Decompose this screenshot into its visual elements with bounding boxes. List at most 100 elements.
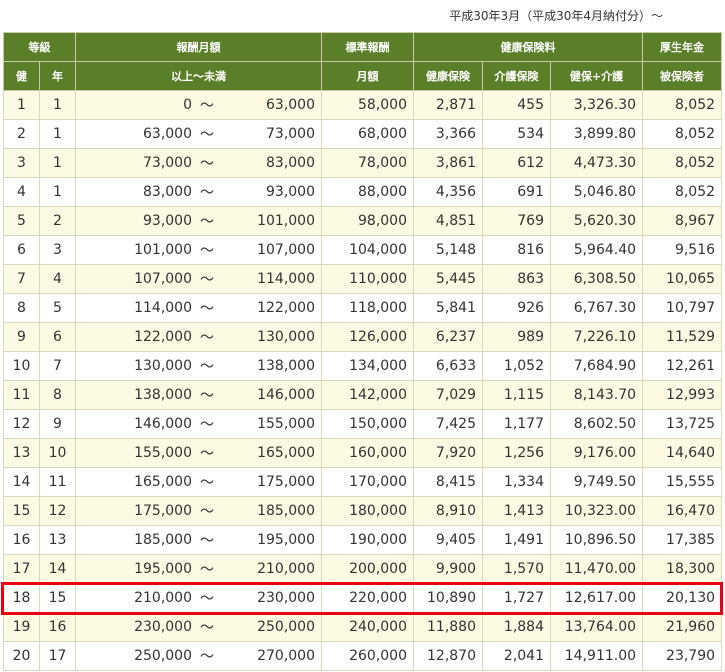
cell-care-insurance: 1,334 <box>482 467 551 497</box>
cell-health-plus-care: 3,899.80 <box>549 119 644 149</box>
range-upper: 73,000 <box>266 126 315 142</box>
range-lower: 185,000 <box>134 532 192 548</box>
range-lower: 73,000 <box>143 155 192 171</box>
cell-health-insurance: 8,910 <box>413 496 483 526</box>
header-health-premium: 健康保険料 <box>412 32 644 62</box>
cell-standard-monthly: 160,000 <box>321 438 414 468</box>
cell-care-insurance: 989 <box>482 322 551 352</box>
header-health-grade: 健 <box>3 61 40 91</box>
cell-health-grade: 5 <box>3 206 40 236</box>
range-tilde: ～ <box>200 504 214 520</box>
cell-pension-grade: 1 <box>39 148 76 178</box>
cell-range: 130,000 ～ 138,000 <box>75 351 322 381</box>
range-tilde: ～ <box>200 243 214 259</box>
cell-care-insurance: 534 <box>482 119 551 149</box>
cell-range: 175,000 ～ 185,000 <box>75 496 322 526</box>
cell-health-grade: 7 <box>3 264 40 294</box>
table-row-9: 9 6 122,000 ～ 130,000 126,000 6,237 989 … <box>3 322 723 352</box>
table-row-3: 3 1 73,000 ～ 83,000 78,000 3,861 612 4,4… <box>3 148 723 178</box>
cell-pension-grade: 2 <box>39 206 76 236</box>
cell-health-insurance: 6,237 <box>413 322 483 352</box>
range-upper: 195,000 <box>257 532 315 548</box>
table-row-19: 19 16 230,000 ～ 250,000 240,000 11,880 1… <box>3 612 723 642</box>
cell-health-plus-care: 14,911.00 <box>549 641 644 671</box>
table-row-2: 2 1 63,000 ～ 73,000 68,000 3,366 534 3,8… <box>3 119 723 149</box>
cell-standard-monthly: 200,000 <box>321 554 414 584</box>
cell-care-insurance: 769 <box>482 206 551 236</box>
cell-pension-grade: 12 <box>39 496 76 526</box>
range-upper: 270,000 <box>257 648 315 664</box>
cell-pension-insured: 18,300 <box>642 554 723 584</box>
cell-care-insurance: 2,041 <box>482 641 551 671</box>
header-monthly: 月額 <box>321 61 414 91</box>
cell-range: 101,000 ～ 107,000 <box>75 235 322 265</box>
cell-health-plus-care: 13,764.00 <box>549 612 644 642</box>
cell-health-insurance: 10,890 <box>413 583 483 613</box>
range-tilde: ～ <box>200 649 214 665</box>
cell-care-insurance: 1,115 <box>482 380 551 410</box>
cell-health-plus-care: 6,308.50 <box>549 264 644 294</box>
cell-standard-monthly: 150,000 <box>321 409 414 439</box>
cell-pension-insured: 20,130 <box>642 583 723 613</box>
range-lower: 101,000 <box>134 242 192 258</box>
cell-health-plus-care: 7,684.90 <box>549 351 644 381</box>
range-upper: 165,000 <box>257 445 315 461</box>
range-upper: 210,000 <box>257 561 315 577</box>
cell-standard-monthly: 240,000 <box>321 612 414 642</box>
table-row-18: 18 15 210,000 ～ 230,000 220,000 10,890 1… <box>3 583 723 613</box>
range-upper: 107,000 <box>257 242 315 258</box>
range-tilde: ～ <box>200 417 214 433</box>
cell-health-grade: 20 <box>3 641 40 671</box>
range-upper: 138,000 <box>257 358 315 374</box>
cell-pension-insured: 23,790 <box>642 641 723 671</box>
cell-pension-insured: 10,065 <box>642 264 723 294</box>
range-tilde: ～ <box>200 475 214 491</box>
table-row-8: 8 5 114,000 ～ 122,000 118,000 5,841 926 … <box>3 293 723 323</box>
premium-table-container: 等級 報酬月額 標準報酬 健康保険料 厚生年金 健 年 以上～未満 月額 健康保… <box>1 32 724 671</box>
cell-care-insurance: 1,052 <box>482 351 551 381</box>
cell-care-insurance: 455 <box>482 90 551 120</box>
cell-health-insurance: 7,425 <box>413 409 483 439</box>
header-care-insurance: 介護保険 <box>482 61 551 91</box>
range-upper: 175,000 <box>257 474 315 490</box>
cell-health-plus-care: 5,620.30 <box>549 206 644 236</box>
range-lower: 230,000 <box>134 619 192 635</box>
cell-standard-monthly: 58,000 <box>321 90 414 120</box>
cell-pension-insured: 15,555 <box>642 467 723 497</box>
cell-health-insurance: 4,356 <box>413 177 483 207</box>
cell-range: 185,000 ～ 195,000 <box>75 525 322 555</box>
cell-health-plus-care: 7,226.10 <box>549 322 644 352</box>
cell-health-grade: 1 <box>3 90 40 120</box>
cell-health-insurance: 12,870 <box>413 641 483 671</box>
cell-health-plus-care: 12,617.00 <box>549 583 644 613</box>
cell-health-insurance: 8,415 <box>413 467 483 497</box>
cell-pension-insured: 12,261 <box>642 351 723 381</box>
table-row-15: 15 12 175,000 ～ 185,000 180,000 8,910 1,… <box>3 496 723 526</box>
cell-pension-grade: 13 <box>39 525 76 555</box>
range-upper: 185,000 <box>257 503 315 519</box>
cell-pension-grade: 17 <box>39 641 76 671</box>
cell-health-grade: 15 <box>3 496 40 526</box>
range-upper: 146,000 <box>257 387 315 403</box>
cell-pension-grade: 4 <box>39 264 76 294</box>
cell-pension-grade: 11 <box>39 467 76 497</box>
range-lower: 195,000 <box>134 561 192 577</box>
cell-health-plus-care: 8,602.50 <box>549 409 644 439</box>
range-lower: 114,000 <box>134 300 192 316</box>
table-row-14: 14 11 165,000 ～ 175,000 170,000 8,415 1,… <box>3 467 723 497</box>
cell-range: 73,000 ～ 83,000 <box>75 148 322 178</box>
range-tilde: ～ <box>200 562 214 578</box>
cell-range: 146,000 ～ 155,000 <box>75 409 322 439</box>
cell-health-grade: 18 <box>3 583 40 613</box>
cell-range: 93,000 ～ 101,000 <box>75 206 322 236</box>
range-upper: 114,000 <box>257 271 315 287</box>
cell-health-grade: 2 <box>3 119 40 149</box>
cell-health-grade: 19 <box>3 612 40 642</box>
cell-standard-monthly: 170,000 <box>321 467 414 497</box>
cell-health-grade: 16 <box>3 525 40 555</box>
cell-standard-monthly: 126,000 <box>321 322 414 352</box>
range-upper: 101,000 <box>257 213 315 229</box>
table-row-1: 1 1 0 ～ 63,000 58,000 2,871 455 3,326.30… <box>3 90 723 120</box>
cell-range: 155,000 ～ 165,000 <box>75 438 322 468</box>
cell-health-insurance: 2,871 <box>413 90 483 120</box>
